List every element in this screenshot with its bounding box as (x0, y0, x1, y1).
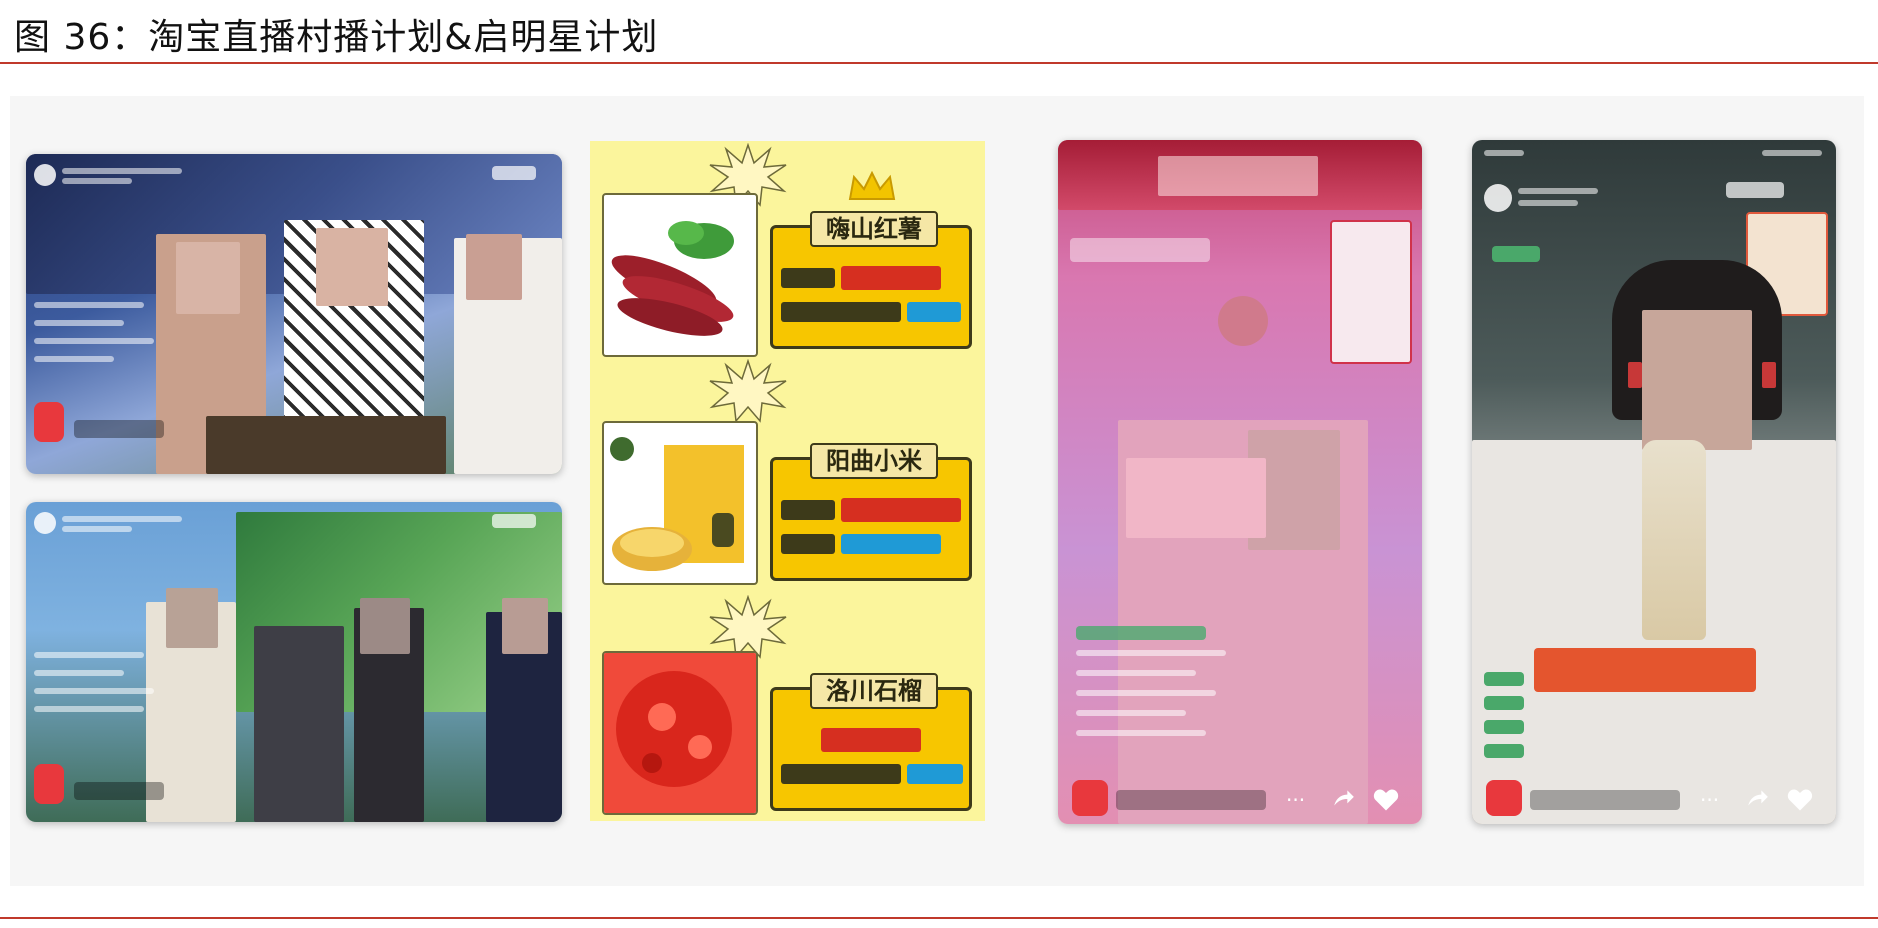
host-info-subtext (1518, 200, 1578, 206)
heart-icon[interactable] (1372, 786, 1400, 814)
comment-line (34, 670, 124, 676)
burst-icon (709, 595, 787, 659)
livestream-screenshot-qimingxing-2: ··· (1472, 140, 1836, 824)
title-rule (0, 62, 1878, 64)
person-right-face (502, 598, 548, 654)
person-middle (254, 626, 344, 822)
burst-icon (709, 359, 787, 423)
figure-title: 图 36：淘宝直播村播计划&启明星计划 (14, 17, 659, 58)
product-image-millet (602, 421, 758, 585)
person-center-face (360, 598, 410, 654)
host-arm (1126, 458, 1266, 538)
more-icon[interactable]: ··· (1700, 790, 1719, 810)
person-left-face (176, 242, 240, 314)
follow-badge (1726, 182, 1784, 198)
host-info-text (1518, 188, 1598, 194)
host-info-subtext (62, 178, 132, 184)
livestream-screenshot-qimingxing-1: ··· (1058, 140, 1422, 824)
comment-line (1484, 672, 1524, 686)
heart-icon[interactable] (1786, 786, 1814, 814)
host-avatar (34, 512, 56, 534)
host-info-text (62, 516, 182, 522)
earring (1628, 362, 1642, 388)
product-name: 阳曲小米 (810, 443, 938, 479)
product-bottle (1642, 440, 1706, 640)
chat-input[interactable] (74, 782, 164, 800)
gift-icon[interactable] (1072, 780, 1108, 816)
product-image-pomegranate (602, 651, 758, 815)
table-produce (206, 416, 446, 474)
livestream-screenshot-village-2 (26, 502, 562, 822)
product-image-sweet-potato (602, 193, 758, 357)
person-left-face (166, 588, 218, 648)
comment-line (1484, 744, 1524, 758)
product-name: 嗨山红薯 (810, 211, 938, 247)
comment-line (1076, 730, 1206, 736)
bottom-rule (0, 917, 1878, 919)
comment-line (34, 356, 114, 362)
share-icon[interactable] (1330, 786, 1356, 812)
comment-line (1484, 720, 1524, 734)
comment-line (1076, 710, 1186, 716)
comment-line (1484, 696, 1524, 710)
comment-line (34, 338, 154, 344)
comment-line (1076, 650, 1226, 656)
follow-badge (492, 514, 536, 528)
earring (1762, 362, 1776, 388)
gift-icon[interactable] (34, 402, 64, 442)
status-bar (1484, 150, 1524, 156)
more-icon[interactable]: ··· (1286, 790, 1305, 810)
comment-line (34, 652, 144, 658)
product-name: 洛川石榴 (810, 673, 938, 709)
host-avatar (34, 164, 56, 186)
person-middle-face (316, 228, 388, 306)
status-bar-icons (1762, 150, 1822, 156)
host-face (1642, 310, 1752, 450)
comment-line (34, 302, 144, 308)
host-info-text (62, 168, 182, 174)
comment-line (1076, 626, 1206, 640)
person-right-face (466, 234, 522, 300)
chat-input[interactable] (74, 420, 164, 438)
comment-line (1076, 690, 1216, 696)
product-poster: 嗨山红薯 阳曲小米 洛川石榴 (590, 141, 985, 821)
livestream-screenshot-village-1 (26, 154, 562, 474)
share-icon[interactable] (1744, 786, 1770, 812)
comment-line (34, 706, 144, 712)
promo-bar[interactable] (1534, 648, 1756, 692)
comment-line (1076, 670, 1196, 676)
chat-input[interactable] (1530, 790, 1680, 810)
gift-icon[interactable] (34, 764, 64, 804)
host-info-subtext (62, 526, 132, 532)
comment-line (34, 688, 154, 694)
banner-lettering (1158, 156, 1318, 196)
crown-icon (848, 171, 896, 200)
lantern-decoration (1218, 296, 1268, 346)
gift-icon[interactable] (1486, 780, 1522, 816)
host-tag (1070, 238, 1210, 262)
comment-line (34, 320, 124, 326)
host-avatar (1484, 184, 1512, 212)
chat-input[interactable] (1116, 790, 1266, 810)
follow-badge (492, 166, 536, 180)
promo-card[interactable] (1330, 220, 1412, 364)
host-tag (1492, 246, 1540, 262)
